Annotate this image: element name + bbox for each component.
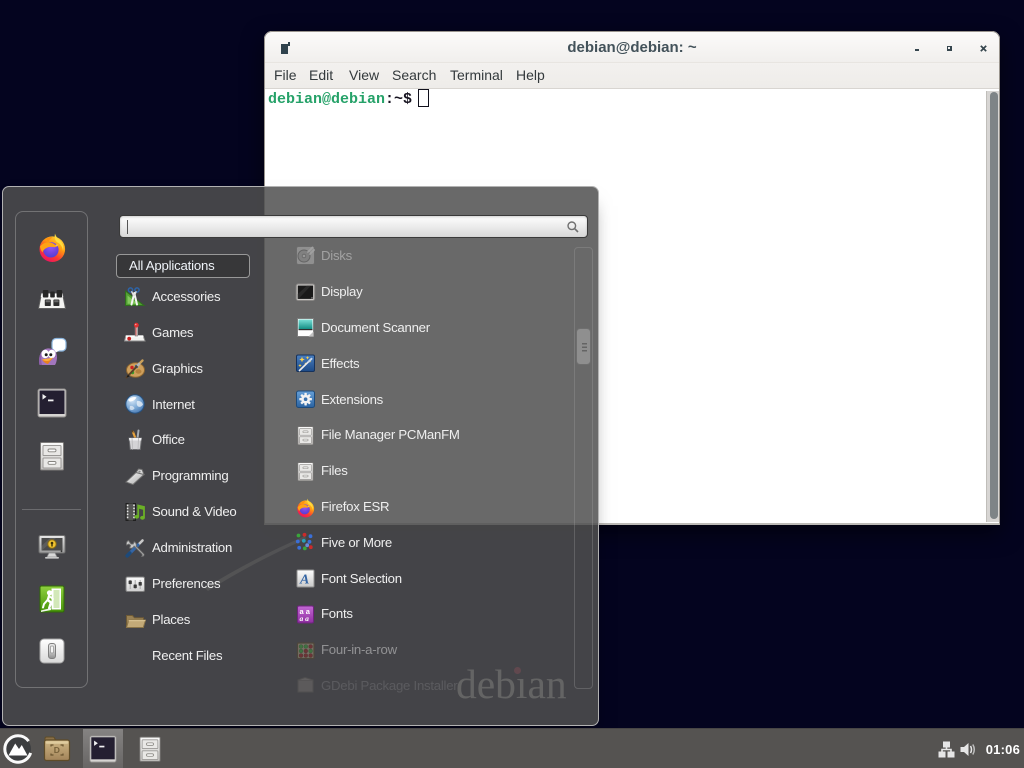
svg-text:D: D <box>54 745 60 755</box>
svg-text:A: A <box>299 573 309 588</box>
svg-text:a a: a a <box>300 614 310 623</box>
